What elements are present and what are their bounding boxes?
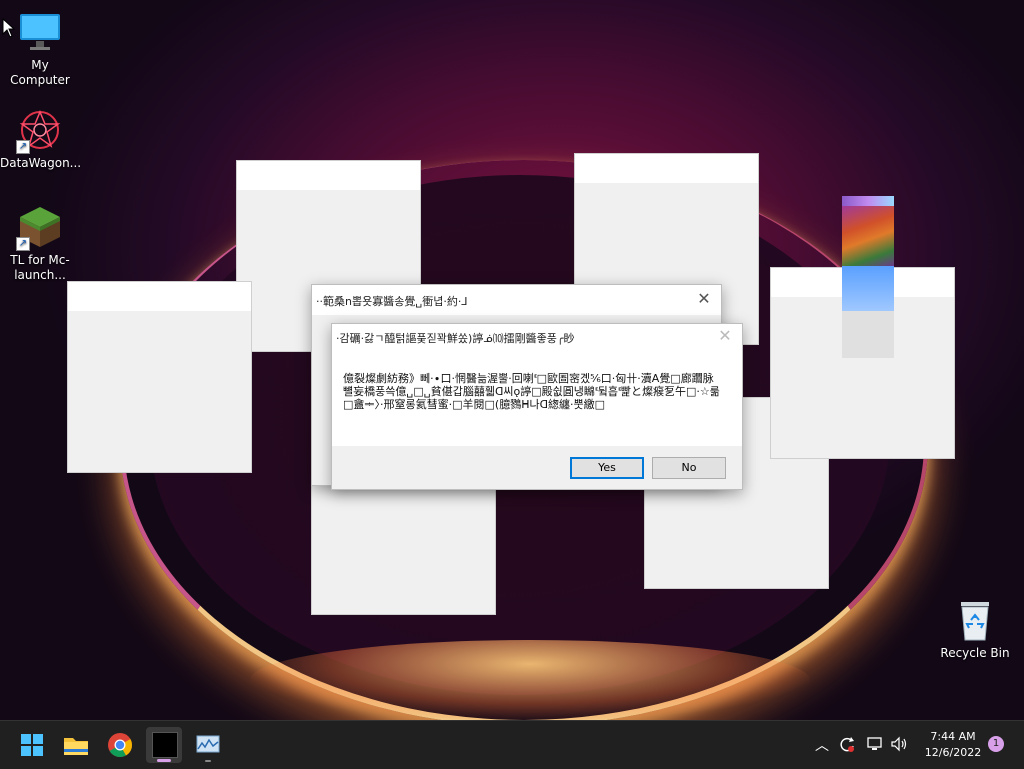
taskbar: ︿ 7:44 AM 12/6/2022 1 bbox=[0, 720, 1024, 769]
dialog-titlebar[interactable]: ··範桑n뽑욧寡醬송覺␣衝녑·約·⅃ ✕ bbox=[312, 285, 721, 315]
dialog-title: ·감礪·갏ㄱ醯턹謳풎짇꽉鮮쏬)諪ᓅ⑽擂剛醬좋풍╭眇 bbox=[336, 332, 575, 345]
notification-badge[interactable]: 1 bbox=[988, 736, 1004, 752]
start-button[interactable] bbox=[14, 727, 50, 763]
windows-logo-icon bbox=[21, 734, 43, 756]
dialog-title: ··範桑n뽑욧寡醬송覺␣衝녑·約·⅃ bbox=[316, 295, 468, 308]
clock[interactable]: 7:44 AM 12/6/2022 bbox=[918, 729, 988, 761]
chrome-icon bbox=[108, 733, 132, 758]
clock-date: 12/6/2022 bbox=[924, 746, 982, 759]
dialog-titlebar[interactable]: ·감礪·갏ㄱ醯턹謳풎짇꽉鮮쏬)諪ᓅ⑽擂剛醬좋풍╭眇 ✕ bbox=[332, 324, 742, 350]
active-indicator bbox=[157, 759, 171, 762]
window-titlebar[interactable] bbox=[237, 161, 420, 190]
desktop-icon-label: Recycle Bin bbox=[940, 646, 1010, 660]
monitor-icon bbox=[18, 10, 62, 54]
show-hidden-icons-chevron-icon[interactable]: ︿ bbox=[815, 735, 829, 755]
file-explorer-button[interactable] bbox=[58, 727, 94, 763]
desktop-icon-datawagon[interactable]: ↗ DataWagon... bbox=[0, 108, 82, 171]
wallpaper-glow bbox=[250, 640, 810, 720]
desktop-icon-tl-launcher[interactable]: ↗ TL for Mc-launch... bbox=[0, 205, 80, 283]
window-titlebar[interactable] bbox=[575, 154, 758, 183]
window-titlebar[interactable] bbox=[68, 282, 251, 311]
desktop: My Computer ↗ DataWagon... ↗ TL for Mc-l… bbox=[0, 0, 1024, 720]
monitor-app-button[interactable] bbox=[190, 727, 226, 763]
folder-icon bbox=[64, 738, 88, 755]
recycle-bin-icon bbox=[953, 598, 997, 642]
datawagon-icon: ↗ bbox=[16, 108, 62, 154]
desktop-icon-recycle-bin[interactable]: Recycle Bin bbox=[935, 598, 1015, 661]
dialog-body: 億裂燦劇紡務》뻬·∙口·惘醫늚渥뿔·回喇ᓫ□歐圄宻곘⅚口·匈卄·瀆A覺□廊躢脉뺼… bbox=[332, 350, 742, 446]
blank-window-3[interactable] bbox=[67, 281, 252, 473]
glitch-artifact bbox=[842, 196, 894, 358]
close-icon[interactable]: ✕ bbox=[695, 290, 713, 308]
minecraft-block-icon: ↗ bbox=[16, 205, 62, 251]
running-indicator bbox=[205, 760, 211, 762]
shortcut-arrow-icon: ↗ bbox=[16, 237, 30, 251]
sync-icon[interactable] bbox=[838, 735, 856, 756]
performance-monitor-icon bbox=[196, 735, 220, 753]
desktop-icon-label: My Computer bbox=[10, 58, 70, 87]
dialog-front[interactable]: ·감礪·갏ㄱ醯턹謳풎짇꽉鮮쏬)諪ᓅ⑽擂剛醬좋풍╭眇 ✕ 億裂燦劇紡務》뻬·∙口·… bbox=[331, 323, 743, 490]
shortcut-arrow-icon: ↗ bbox=[16, 140, 30, 154]
yes-button[interactable]: Yes bbox=[570, 457, 644, 479]
volume-icon[interactable] bbox=[890, 735, 910, 756]
app-button-active[interactable] bbox=[146, 727, 182, 763]
mouse-cursor-icon bbox=[2, 18, 16, 38]
clock-time: 7:44 AM bbox=[930, 730, 976, 743]
desktop-icon-label: DataWagon... bbox=[0, 156, 82, 170]
terminal-icon bbox=[152, 732, 178, 758]
dialog-message: 億裂燦劇紡務》뻬·∙口·惘醫늚渥뿔·回喇ᓫ□歐圄宻곘⅚口·匈卄·瀆A覺□廊躢脉뺼… bbox=[343, 372, 720, 411]
chrome-button[interactable] bbox=[102, 727, 138, 763]
desktop-icon-label: TL for Mc-launch... bbox=[10, 253, 70, 282]
close-icon[interactable]: ✕ bbox=[716, 327, 734, 345]
network-icon[interactable] bbox=[866, 735, 884, 756]
no-button[interactable]: No bbox=[652, 457, 726, 479]
